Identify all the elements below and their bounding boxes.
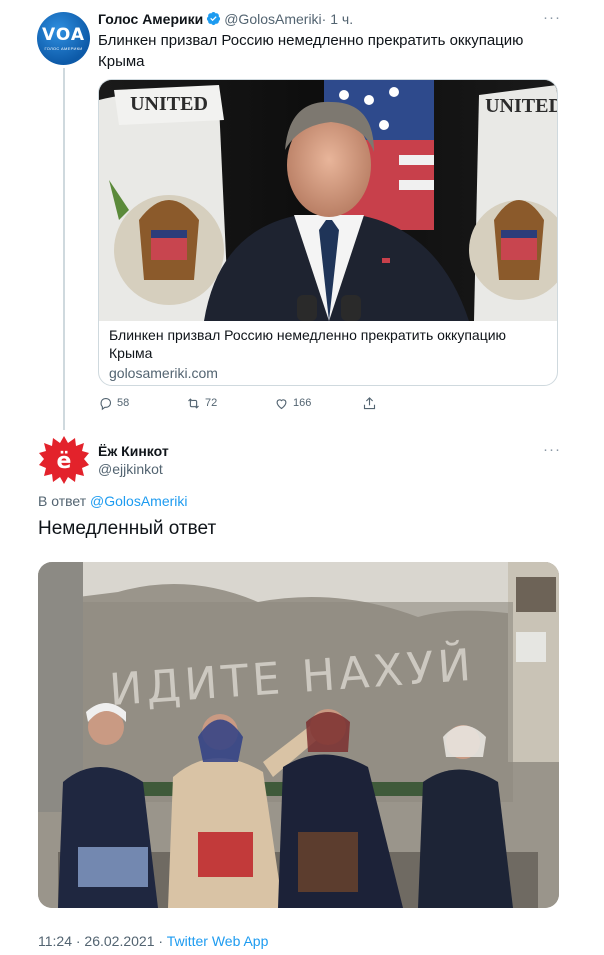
avatar-voa-subtitle: ГОЛОС АМЕРИКИ — [44, 45, 83, 51]
retweet-button[interactable]: 72 — [186, 395, 217, 411]
reply-icon — [100, 397, 112, 410]
reply-to-link[interactable]: @GolosAmeriki — [90, 493, 187, 509]
more-icon[interactable]: ··· — [543, 10, 563, 25]
retweet-count: 72 — [205, 397, 218, 409]
card-domain: golosameriki.com — [109, 365, 218, 381]
retweet-icon — [188, 397, 199, 409]
more-icon[interactable]: ··· — [543, 442, 563, 457]
share-icon — [363, 396, 376, 409]
link-card[interactable]: UNITED UNITED Блинкен призвал Россию нем… — [98, 79, 558, 386]
reply-count: 58 — [117, 397, 130, 409]
photo-illustration: ИДИТЕ НАХУЙ — [38, 562, 559, 908]
reply-prefix: В ответ — [38, 493, 87, 509]
reply-context: В ответ @GolosAmeriki — [38, 492, 187, 510]
avatar-ejj-letter: ё — [57, 449, 72, 474]
tweet1-actions: 58 72 166 — [98, 395, 398, 413]
reply-button[interactable]: 58 — [98, 395, 129, 411]
card-title: Блинкен призвал Россию немедленно прекра… — [109, 327, 507, 361]
avatar-ejj[interactable]: ё — [38, 434, 90, 486]
share-button[interactable] — [362, 395, 377, 411]
card-image: UNITED UNITED — [99, 80, 557, 321]
tweet2-author-name[interactable]: Ёж Кинкот — [98, 442, 169, 460]
tweet1-text: Блинкен призвал Россию немедленно прекра… — [98, 32, 524, 70]
tweet2-text: Немедленный ответ — [38, 518, 217, 539]
tweet1-author-name[interactable]: Голос Америки — [98, 11, 203, 27]
tweet2-photo[interactable]: ИДИТЕ НАХУЙ — [38, 562, 559, 908]
source-link[interactable]: Twitter Web App — [167, 933, 269, 949]
tweet1-handle[interactable]: @GolosAmeriki — [224, 11, 321, 27]
tweet2-timestamp: 11:24 · 26.02.2021 · Twitter Web App — [38, 932, 268, 950]
avatar-voa[interactable]: VOA ГОЛОС АМЕРИКИ — [37, 12, 90, 65]
like-count: 166 — [293, 397, 312, 409]
tweet1-header: Голос Америки @GolosAmeriki· 1 ч. — [98, 10, 554, 28]
tweet1-time[interactable]: · 1 ч. — [322, 11, 353, 27]
svg-text:UNITED: UNITED — [485, 95, 557, 117]
avatar-voa-logo: VOA — [41, 24, 85, 45]
verified-icon — [207, 11, 221, 26]
timestamp-text[interactable]: 11:24 · 26.02.2021 · — [38, 933, 167, 949]
thread-connector — [63, 68, 65, 430]
card-body: Блинкен призвал Россию немедленно прекра… — [109, 326, 549, 383]
tweet2-handle[interactable]: @ejjkinkot — [98, 460, 163, 478]
avatar-ejj-logo: ё — [39, 436, 89, 484]
card-photo-illustration: UNITED UNITED — [99, 80, 557, 321]
like-icon — [276, 398, 287, 409]
svg-text:UNITED: UNITED — [130, 93, 208, 115]
like-button[interactable]: 166 — [274, 395, 311, 411]
